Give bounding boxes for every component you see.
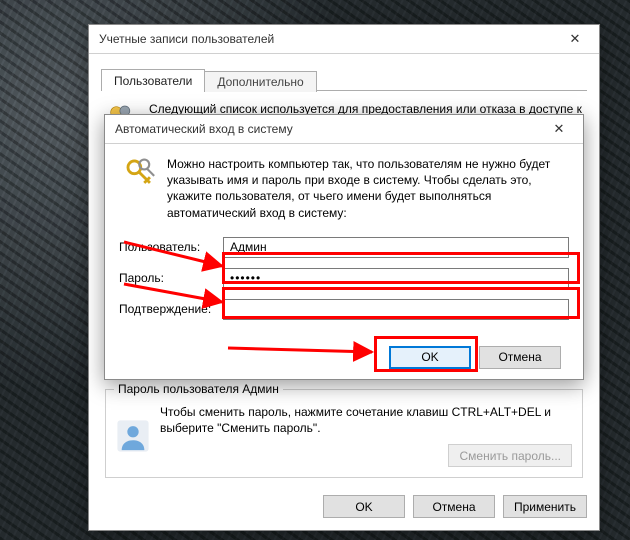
dialog-intro: Можно настроить компьютер так, что польз… [167, 156, 565, 221]
keys-icon [123, 156, 157, 190]
tab-advanced[interactable]: Дополнительно [204, 71, 316, 92]
change-password-button[interactable]: Сменить пароль... [448, 444, 572, 467]
user-input[interactable] [223, 237, 569, 258]
tabstrip: Пользователи Дополнительно [101, 66, 587, 91]
window-title: Учетные записи пользователей [99, 32, 557, 46]
cancel-button[interactable]: Отмена [479, 346, 561, 369]
close-icon[interactable]: ✕ [541, 119, 577, 139]
apply-button[interactable]: Применить [503, 495, 587, 518]
ok-button[interactable]: OK [323, 495, 405, 518]
titlebar[interactable]: Учетные записи пользователей ✕ [89, 25, 599, 54]
ok-button[interactable]: OK [389, 346, 471, 369]
change-password-hint: Чтобы сменить пароль, нажмите сочетание … [160, 404, 572, 436]
tab-users[interactable]: Пользователи [101, 69, 205, 91]
titlebar[interactable]: Автоматический вход в систему ✕ [105, 115, 583, 144]
dialog-button-row: OK Отмена Применить [89, 485, 599, 530]
dialog-title: Автоматический вход в систему [115, 122, 541, 136]
avatar-icon [116, 419, 150, 453]
confirm-label: Подтверждение: [119, 302, 223, 316]
password-label: Пароль: [119, 271, 223, 285]
password-input[interactable] [223, 268, 569, 289]
confirm-input[interactable] [223, 299, 569, 320]
password-groupbox: Пароль пользователя Админ Чтобы сменить … [105, 389, 583, 478]
auto-logon-dialog: Автоматический вход в систему ✕ Можно на… [104, 114, 584, 380]
user-label: Пользователь: [119, 240, 223, 254]
close-icon[interactable]: ✕ [557, 29, 593, 49]
cancel-button[interactable]: Отмена [413, 495, 495, 518]
